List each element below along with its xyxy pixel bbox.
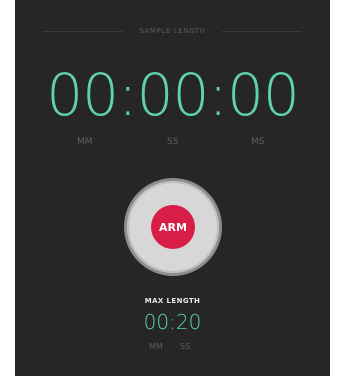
seconds-unit-label: SS xyxy=(167,137,179,147)
max-length-value[interactable]: 00:20 xyxy=(15,310,330,334)
divider-line xyxy=(43,31,123,32)
max-seconds-unit-label: SS xyxy=(180,342,191,351)
divider-line xyxy=(222,31,302,32)
arm-button[interactable]: ARM xyxy=(127,181,219,273)
max-minutes-unit-label: MM xyxy=(149,342,163,351)
sample-length-header: SAMPLE LENGTH xyxy=(15,24,330,38)
milliseconds-unit-label: MS xyxy=(251,137,265,147)
max-length-label: MAX LENGTH xyxy=(144,297,201,305)
minutes-unit-label: MM xyxy=(77,137,93,147)
sample-length-readout: 00:00:00 xyxy=(46,61,300,129)
arm-button-label[interactable]: ARM xyxy=(151,205,195,249)
sample-recorder-panel: SAMPLE LENGTH 00:00:00 MM SS MS ARM MAX … xyxy=(15,0,330,376)
sample-length-label: SAMPLE LENGTH xyxy=(139,27,206,35)
